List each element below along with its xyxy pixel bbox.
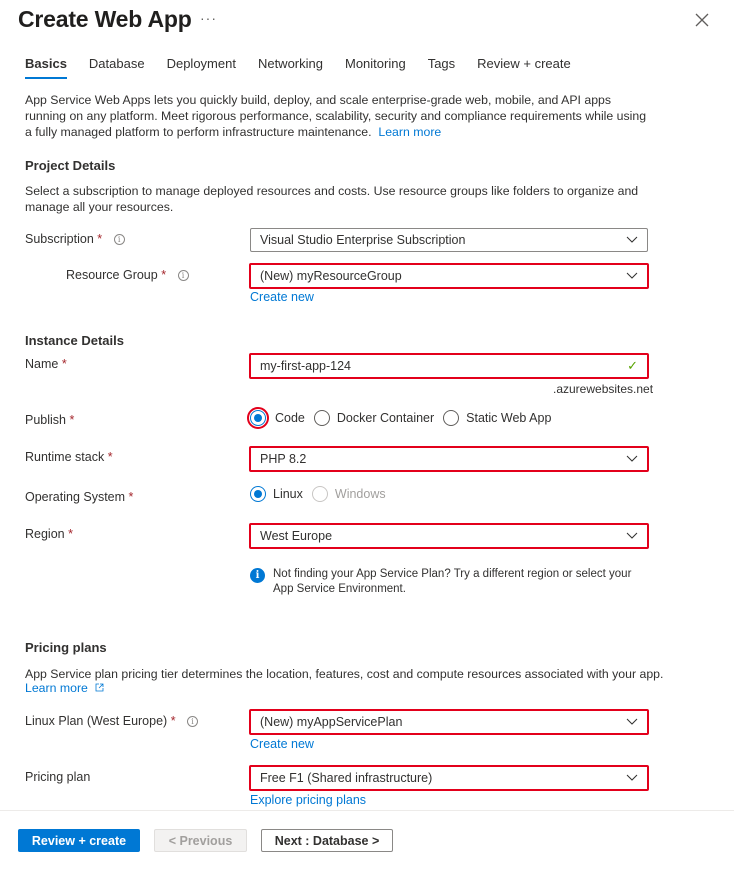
pricing-plan-dropdown[interactable]: Free F1 (Shared infrastructure) bbox=[249, 765, 649, 791]
info-icon[interactable]: i bbox=[187, 716, 199, 727]
publish-option-docker[interactable]: Docker Container bbox=[313, 410, 434, 426]
project-details-heading: Project Details bbox=[25, 158, 116, 173]
region-label: Region * bbox=[25, 527, 73, 541]
instance-details-heading: Instance Details bbox=[25, 333, 124, 348]
radio-button[interactable] bbox=[313, 410, 330, 426]
region-dropdown[interactable]: West Europe bbox=[249, 523, 649, 549]
tab-monitoring[interactable]: Monitoring bbox=[345, 56, 406, 79]
project-details-description: Select a subscription to manage deployed… bbox=[25, 184, 639, 214]
publish-radio-group: Code Docker Container Static Web App bbox=[247, 407, 560, 429]
close-icon[interactable] bbox=[693, 11, 711, 29]
pricing-plans-heading: Pricing plans bbox=[25, 640, 107, 655]
resource-group-label: Resource Group * i bbox=[66, 268, 189, 282]
runtime-stack-label: Runtime stack * bbox=[25, 450, 113, 464]
tab-database[interactable]: Database bbox=[89, 56, 145, 79]
region-info-message: i Not finding your App Service Plan? Try… bbox=[250, 567, 650, 597]
radio-button bbox=[311, 486, 328, 502]
publish-option-static[interactable]: Static Web App bbox=[443, 410, 551, 426]
intro-description: App Service Web Apps lets you quickly bu… bbox=[25, 92, 655, 140]
chevron-down-icon bbox=[626, 272, 638, 279]
info-icon[interactable]: i bbox=[113, 234, 125, 245]
explore-pricing-plans-link[interactable]: Explore pricing plans bbox=[250, 793, 366, 807]
learn-more-link[interactable]: Learn more bbox=[378, 125, 441, 139]
page-title: Create Web App bbox=[18, 6, 192, 32]
radio-button[interactable] bbox=[250, 410, 266, 426]
os-label: Operating System * bbox=[25, 490, 134, 504]
name-input[interactable]: my-first-app-124 ✓ bbox=[249, 353, 649, 379]
resource-group-dropdown[interactable]: (New) myResourceGroup bbox=[249, 263, 649, 289]
tab-review-create[interactable]: Review + create bbox=[477, 56, 571, 79]
pricing-description: App Service plan pricing tier determines… bbox=[25, 667, 664, 681]
chevron-down-icon bbox=[626, 774, 638, 781]
tab-tags[interactable]: Tags bbox=[428, 56, 455, 79]
chevron-down-icon bbox=[626, 532, 638, 539]
os-option-linux[interactable]: Linux bbox=[250, 486, 303, 502]
tab-basics[interactable]: Basics bbox=[25, 56, 67, 79]
subscription-dropdown[interactable]: Visual Studio Enterprise Subscription bbox=[250, 228, 648, 252]
review-create-button[interactable]: Review + create bbox=[18, 829, 140, 852]
more-options-button[interactable]: ··· bbox=[200, 10, 217, 26]
pricing-plan-label: Pricing plan bbox=[25, 770, 91, 784]
tab-bar: Basics Database Deployment Networking Mo… bbox=[25, 56, 593, 79]
name-label: Name * bbox=[25, 357, 67, 371]
publish-option-code[interactable]: Code bbox=[247, 407, 305, 429]
required-marker: * bbox=[128, 490, 134, 504]
info-icon: i bbox=[250, 568, 265, 583]
required-marker: * bbox=[61, 357, 67, 371]
create-new-plan-link[interactable]: Create new bbox=[250, 737, 314, 751]
os-radio-group: Linux Windows bbox=[250, 486, 395, 502]
os-option-windows: Windows bbox=[311, 486, 386, 502]
next-database-button[interactable]: Next : Database > bbox=[261, 829, 393, 852]
required-marker: * bbox=[170, 714, 176, 728]
required-marker: * bbox=[97, 232, 103, 246]
chevron-down-icon bbox=[626, 236, 638, 243]
required-marker: * bbox=[161, 268, 167, 282]
required-marker: * bbox=[69, 413, 75, 427]
intro-text: App Service Web Apps lets you quickly bu… bbox=[25, 93, 647, 139]
radio-button[interactable] bbox=[250, 486, 266, 502]
required-marker: * bbox=[107, 450, 113, 464]
linux-plan-dropdown[interactable]: (New) myAppServicePlan bbox=[249, 709, 649, 735]
info-icon[interactable]: i bbox=[177, 270, 189, 281]
pricing-learn-more-link[interactable]: Learn more bbox=[25, 681, 104, 695]
highlight-ring bbox=[247, 407, 269, 429]
tab-networking[interactable]: Networking bbox=[258, 56, 323, 79]
chevron-down-icon bbox=[626, 718, 638, 725]
chevron-down-icon bbox=[626, 455, 638, 462]
tab-deployment[interactable]: Deployment bbox=[167, 56, 236, 79]
subscription-label: Subscription * i bbox=[25, 232, 125, 246]
publish-label: Publish * bbox=[25, 413, 75, 427]
external-link-icon bbox=[95, 683, 104, 692]
radio-button[interactable] bbox=[443, 410, 460, 426]
runtime-stack-dropdown[interactable]: PHP 8.2 bbox=[249, 446, 649, 472]
previous-button: < Previous bbox=[154, 829, 247, 852]
domain-suffix: .azurewebsites.net bbox=[553, 382, 654, 396]
checkmark-icon: ✓ bbox=[627, 358, 638, 373]
create-new-resource-group-link[interactable]: Create new bbox=[250, 290, 314, 304]
required-marker: * bbox=[68, 527, 73, 541]
footer-divider bbox=[0, 810, 734, 811]
linux-plan-label: Linux Plan (West Europe) * i bbox=[25, 714, 199, 728]
